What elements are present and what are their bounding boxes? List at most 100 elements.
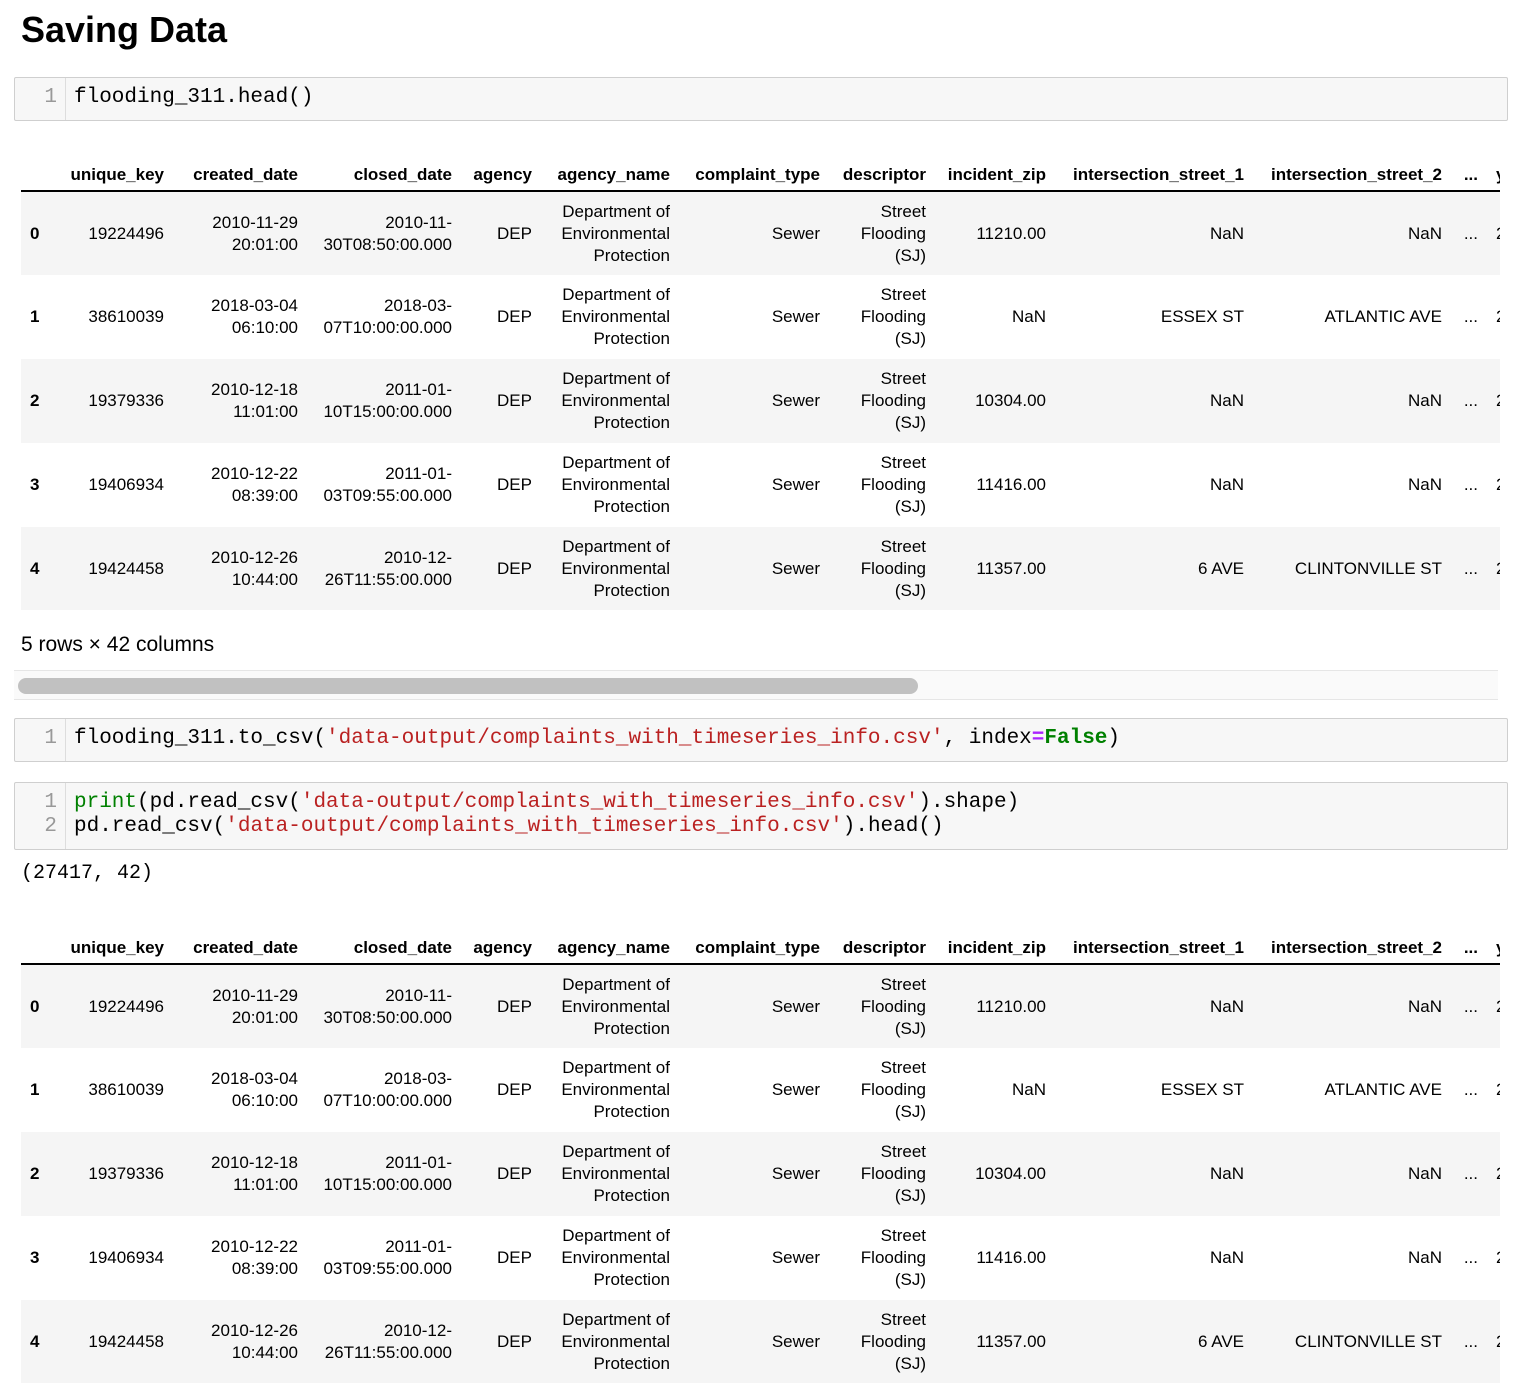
line-number: 1	[44, 86, 57, 109]
table-cell: 20	[1487, 191, 1500, 275]
code-cell-head[interactable]: 1 flooding_311.head()	[14, 77, 1508, 121]
table-cell: 19406934	[88, 475, 164, 494]
row-index: 4	[30, 1332, 40, 1351]
table-cell: DEP	[497, 391, 532, 410]
table-cell: 2011-01-10T15:00:00.000	[323, 1153, 452, 1194]
table-cell: 20	[1487, 527, 1500, 610]
table-cell: ...	[1463, 307, 1478, 326]
table-cell: Street Flooding (SJ)	[860, 369, 926, 432]
column-header: intersection_street_2	[1253, 921, 1451, 965]
table-cell: DEP	[497, 475, 532, 494]
table-cell: NaN	[1011, 1080, 1046, 1099]
column-header: descriptor	[829, 148, 935, 192]
table-cell: 2018-03-04 06:10:00	[211, 1069, 298, 1110]
table-cell: 20	[1487, 964, 1500, 1048]
table-cell: 19379336	[88, 391, 164, 410]
dataframe-output-1: unique_key created_date closed_date agency a…	[21, 148, 1500, 610]
shape-output: (27417, 42)	[21, 862, 154, 885]
table-cell: NaN	[1011, 307, 1046, 326]
table-cell: Street Flooding (SJ)	[860, 1310, 926, 1373]
table-cell: NaN	[1407, 996, 1442, 1016]
table-cell: CLINTONVILLE ST	[1294, 1332, 1442, 1351]
table-cell: Department of Environmental Protection	[561, 537, 670, 600]
code-token: 'data-output/complaints_with_timeseries_…	[326, 727, 944, 750]
table-cell: 19406934	[88, 1248, 164, 1267]
table-cell: 11357.00	[976, 1332, 1046, 1351]
line-numbers: 1	[15, 78, 66, 120]
column-header: intersection_street_1	[1055, 148, 1253, 192]
column-header: unique_key	[55, 921, 173, 965]
table-cell: 38610039	[88, 1080, 164, 1099]
column-header: complaint_type	[679, 148, 829, 192]
table-cell: Department of Environmental Protection	[561, 974, 670, 1038]
table-cell: Sewer	[771, 996, 820, 1016]
table-cell: Department of Environmental Protection	[561, 453, 670, 516]
line-number: 1	[44, 727, 57, 750]
table-cell: 19224496	[88, 223, 164, 243]
code-token: )	[1107, 727, 1121, 750]
table-row: 3 19406934 2010-12-22 08:39:00 2011-01-03T0…	[21, 1216, 1500, 1300]
table-cell: Sewer	[771, 1080, 820, 1099]
rows-columns-summary: 5 rows × 42 columns	[21, 633, 215, 656]
table-cell: 20	[1487, 443, 1500, 527]
row-index: 1	[30, 1080, 40, 1099]
code-token: print	[74, 791, 138, 814]
table-cell: ...	[1463, 475, 1478, 494]
table-cell: 2010-12-26 10:44:00	[211, 548, 298, 589]
table-cell: 2010-11-30T08:50:00.000	[323, 212, 452, 254]
table-cell: ESSEX ST	[1160, 307, 1244, 326]
table-cell: 10304.00	[975, 391, 1046, 410]
code-token: pd.read_csv(	[74, 815, 226, 838]
table-cell: 11357.00	[976, 559, 1046, 578]
table-cell: NaN	[1209, 1164, 1244, 1183]
table-cell: 2011-01-03T09:55:00.000	[323, 1237, 452, 1278]
table-cell: NaN	[1407, 1164, 1442, 1183]
table-header-row: unique_key created_date closed_date agency a…	[21, 148, 1500, 192]
table-cell: 2010-12-26T11:55:00.000	[324, 548, 452, 589]
table-cell: 20	[1487, 275, 1500, 359]
table-cell: Sewer	[771, 1248, 820, 1267]
table-row: 1 38610039 2018-03-04 06:10:00 2018-03-07T1…	[21, 1048, 1500, 1132]
table-cell: ATLANTIC AVE	[1324, 307, 1442, 326]
table-cell: Department of Environmental Protection	[561, 285, 670, 348]
table-cell: ...	[1463, 1248, 1478, 1267]
horizontal-scrollbar[interactable]	[14, 670, 1498, 700]
table-cell: Street Flooding (SJ)	[860, 1058, 926, 1121]
table-cell: DEP	[497, 1332, 532, 1351]
table-cell: 11210.00	[976, 996, 1046, 1016]
table-cell: Department of Environmental Protection	[561, 1142, 670, 1205]
code-cell-read-csv[interactable]: 12 print(pd.read_csv('data-output/compla…	[14, 782, 1508, 850]
table-cell: 19424458	[88, 559, 164, 578]
dataframe-table: unique_key created_date closed_date agency a…	[21, 148, 1500, 610]
code-cell-to-csv[interactable]: 1 flooding_311.to_csv('data-output/compl…	[14, 718, 1508, 762]
dataframe-output-2: unique_key created_date closed_date agency a…	[21, 921, 1500, 1383]
table-cell: 19224496	[88, 996, 164, 1016]
table-cell: Department of Environmental Protection	[561, 1226, 670, 1289]
code-line: pd.read_csv('data-output/complaints_with…	[74, 815, 1507, 839]
table-cell: Sewer	[771, 391, 820, 410]
code-token: 'data-output/complaints_with_timeseries_…	[225, 815, 843, 838]
table-cell: 11210.00	[976, 223, 1046, 243]
table-cell: 20	[1487, 359, 1500, 443]
table-cell: 2018-03-07T10:00:00.000	[323, 296, 452, 337]
row-index: 0	[30, 223, 40, 243]
code-editor[interactable]: flooding_311.head()	[66, 78, 1507, 120]
table-cell: Street Flooding (SJ)	[860, 453, 926, 516]
code-line: print(pd.read_csv('data-output/complaint…	[74, 791, 1507, 815]
scrollbar-thumb[interactable]	[18, 678, 918, 694]
code-token: flooding_311.to_csv(	[74, 727, 327, 750]
code-editor[interactable]: print(pd.read_csv('data-output/complaint…	[66, 783, 1507, 849]
row-index: 2	[30, 391, 40, 410]
table-cell: 6 AVE	[1198, 559, 1244, 578]
table-cell: ...	[1463, 996, 1478, 1016]
table-cell: 2018-03-07T10:00:00.000	[323, 1069, 452, 1110]
table-cell: DEP	[497, 1248, 532, 1267]
code-editor[interactable]: flooding_311.to_csv('data-output/complai…	[66, 719, 1507, 761]
table-cell: Sewer	[771, 475, 820, 494]
dataframe-table: unique_key created_date closed_date agency a…	[21, 921, 1500, 1383]
table-header-row: unique_key created_date closed_date agency a…	[21, 921, 1500, 965]
table-cell: NaN	[1209, 1248, 1244, 1267]
table-cell: 2010-12-26 10:44:00	[211, 1321, 298, 1362]
table-cell: Department of Environmental Protection	[561, 201, 670, 265]
table-cell: CLINTONVILLE ST	[1294, 559, 1442, 578]
